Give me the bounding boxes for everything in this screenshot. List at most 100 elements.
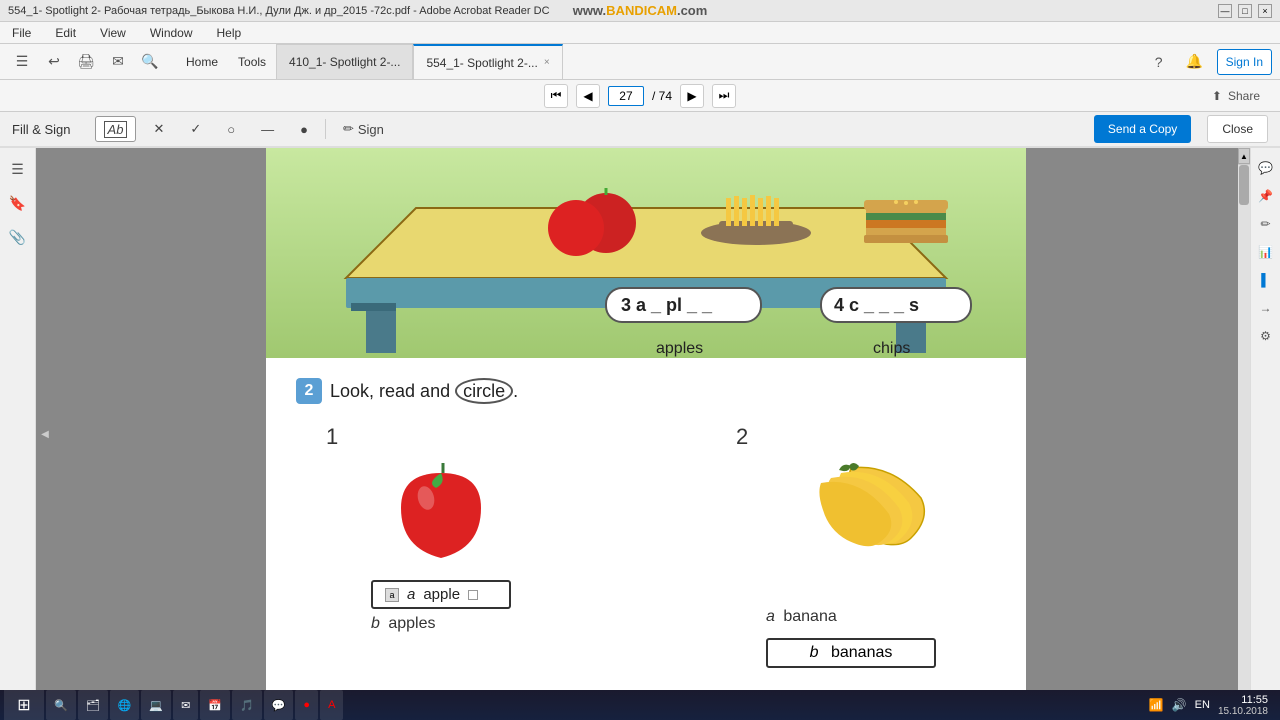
item-1-number: 1 (326, 424, 338, 450)
sidebar-attachments-icon[interactable]: 📎 (5, 224, 31, 250)
scroll-left-area: ◀ (36, 148, 54, 720)
maximize-button[interactable]: □ (1238, 4, 1252, 18)
app-title: 554_1- Spotlight 2- Рабочая тетрадь_Быко… (8, 5, 550, 17)
next-page-button[interactable]: ▶ (680, 84, 704, 108)
main-content-area: ☰ 🔖 📎 ◀ (0, 148, 1280, 720)
r-icon-settings[interactable]: ⚙ (1254, 324, 1278, 348)
item-2-option-b[interactable]: b bananas (766, 638, 936, 668)
banana-illustration (761, 458, 941, 598)
tool-circle-button[interactable]: ○ (218, 116, 244, 142)
top-section: 3 a _ pl _ _ 4 c _ _ _ s apples chips (266, 148, 1026, 358)
svg-text:apples: apples (656, 340, 703, 357)
scroll-up-button[interactable]: ▲ (1238, 148, 1250, 164)
send-copy-button[interactable]: Send a Copy (1094, 115, 1191, 143)
r-icon-arrow[interactable]: → (1254, 296, 1278, 320)
close-fill-sign-button[interactable]: Close (1207, 115, 1268, 143)
tool-dot-button[interactable]: ● (291, 116, 317, 142)
bandicam-com: .com (677, 3, 707, 18)
taskbar-pc[interactable]: 💻 (141, 690, 171, 720)
search-icon[interactable]: 🔍 (136, 48, 164, 76)
section-number-badge: 2 (296, 378, 322, 404)
window-controls: — □ × (1218, 4, 1272, 18)
tab-spotlight-410[interactable]: 410_1- Spotlight 2-... (276, 44, 413, 79)
close-button[interactable]: × (1258, 4, 1272, 18)
tool-dot-icon: ● (300, 122, 308, 137)
start-button[interactable]: ⊞ (4, 690, 44, 720)
pdf-page: 3 a _ pl _ _ 4 c _ _ _ s apples chips (266, 148, 1026, 720)
taskbar-lang: EN (1195, 699, 1210, 711)
minimize-button[interactable]: — (1218, 4, 1232, 18)
taskbar-media[interactable]: 🎵 (232, 690, 262, 720)
scrollbar-thumb[interactable] (1239, 165, 1249, 205)
apple-illustration (391, 458, 491, 568)
menu-window[interactable]: Window (146, 24, 197, 42)
title-text-area: 554_1- Spotlight 2- Рабочая тетрадь_Быко… (8, 5, 550, 17)
share-label[interactable]: Share (1228, 89, 1260, 103)
taskbar-right: 📶 🔊 EN 11:55 15.10.2018 (1149, 694, 1276, 717)
exercise-items: 1 (296, 424, 996, 668)
tab-close-icon[interactable]: × (544, 57, 550, 68)
item-2-option-a[interactable]: a banana (766, 608, 837, 626)
menu-file[interactable]: File (8, 24, 35, 42)
first-page-button[interactable]: ⏮ (544, 84, 568, 108)
svg-text:chips: chips (873, 340, 910, 357)
sidebar-bookmarks-icon[interactable]: 🔖 (5, 190, 31, 216)
r-icon-edit[interactable]: ✏ (1254, 212, 1278, 236)
email-icon[interactable]: ✉ (104, 48, 132, 76)
tool-check-button[interactable]: ✓ (181, 116, 210, 142)
notification-icon[interactable]: 🔔 (1181, 48, 1209, 76)
content-wrapper: ◀ (36, 148, 1250, 720)
taskbar-acrobat[interactable]: A (320, 690, 343, 720)
taskbar-chat[interactable]: 💬 (264, 690, 294, 720)
item-1: 1 (296, 424, 586, 668)
help-icon[interactable]: ? (1145, 48, 1173, 76)
taskbar-red[interactable]: ● (295, 690, 318, 720)
sign-button[interactable]: ✏ Sign (334, 116, 393, 142)
item-2: 2 (706, 424, 996, 668)
share-area: ⬆ Share (1212, 89, 1260, 103)
section-header: 2 Look, read and circle. (296, 378, 996, 404)
svg-text:4 c _ _ _ s: 4 c _ _ _ s (834, 295, 919, 315)
vertical-scrollbar[interactable]: ▲ ▼ (1238, 148, 1250, 720)
taskbar-mail[interactable]: ✉ (173, 690, 198, 720)
tool-text-button[interactable]: Ab (95, 116, 137, 142)
nav-tools[interactable]: Tools (228, 55, 276, 69)
tool-line-button[interactable]: — (252, 116, 283, 142)
taskbar-volume-icon: 🔊 (1172, 698, 1187, 712)
r-icon-comment[interactable]: 💬 (1254, 156, 1278, 180)
page-number-input[interactable] (608, 86, 644, 106)
back-icon[interactable]: ↩ (40, 48, 68, 76)
scroll-left-button[interactable]: ◀ (41, 429, 49, 440)
taskbar-search[interactable]: 🔍 (46, 690, 76, 720)
item-1-option-b[interactable]: b apples (371, 615, 436, 633)
menu-view[interactable]: View (96, 24, 130, 42)
scrollbar-track[interactable] (1238, 165, 1250, 720)
taskbar-time-display: 11:55 (1241, 694, 1268, 706)
pdf-viewport: 3 a _ pl _ _ 4 c _ _ _ s apples chips (54, 148, 1238, 720)
prev-page-button[interactable]: ◀ (576, 84, 600, 108)
tab-spotlight-554[interactable]: 554_1- Spotlight 2-... × (413, 44, 562, 79)
tab-bar: Home Tools 410_1- Spotlight 2-... 554_1-… (176, 44, 1141, 79)
tool-circle-icon: ○ (227, 122, 235, 137)
taskbar-browser[interactable]: 🌐 (110, 690, 140, 720)
section-instruction: Look, read and circle. (330, 381, 518, 402)
taskbar-datetime: 11:55 15.10.2018 (1218, 694, 1268, 717)
menu-edit[interactable]: Edit (51, 24, 80, 42)
sidebar-pages-icon[interactable]: ☰ (5, 156, 31, 182)
r-icon-pin[interactable]: 📌 (1254, 184, 1278, 208)
sign-in-button[interactable]: Sign In (1217, 49, 1272, 75)
pages-icon[interactable]: ☰ (8, 48, 36, 76)
nav-home[interactable]: Home (176, 55, 228, 69)
r-icon-chart[interactable]: 📊 (1254, 240, 1278, 264)
r-icon-highlight[interactable]: ▌ (1254, 268, 1278, 292)
print-icon[interactable]: 🖨 (72, 48, 100, 76)
last-page-button[interactable]: ⏭ (712, 84, 736, 108)
bandicam-www: www. (573, 3, 606, 18)
main-toolbar: ☰ ↩ 🖨 ✉ 🔍 Home Tools 410_1- Spotlight 2-… (0, 44, 1280, 80)
item-1-option-a[interactable]: a a apple (371, 580, 511, 609)
taskbar-calendar[interactable]: 📅 (200, 690, 230, 720)
menu-help[interactable]: Help (213, 24, 246, 42)
tool-cross-button[interactable]: ✕ (144, 116, 173, 142)
taskbar-files[interactable]: 🗂 (78, 690, 108, 720)
fill-sign-label: Fill & Sign (12, 122, 71, 137)
